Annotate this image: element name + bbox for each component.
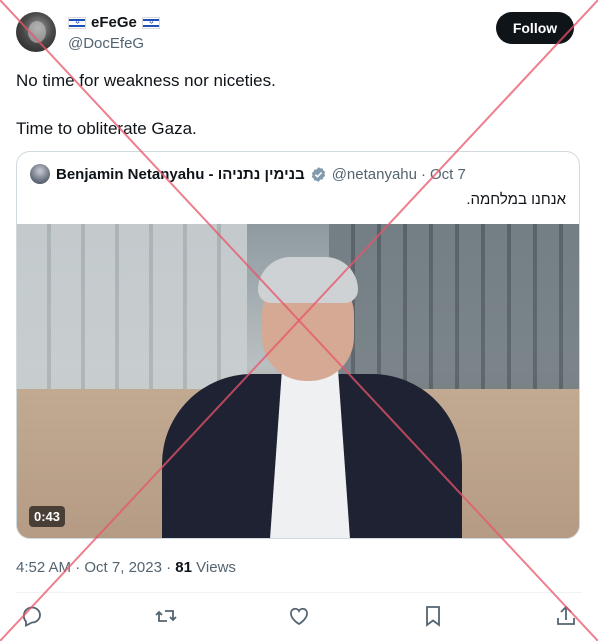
retweet-icon[interactable] <box>154 604 178 628</box>
israel-flag-icon: ✡ <box>68 16 86 29</box>
share-icon[interactable] <box>554 604 578 628</box>
divider <box>16 592 582 593</box>
quoted-tweet[interactable]: Benjamin Netanyahu - בנימין נתניהו @neta… <box>16 151 580 539</box>
israel-flag-icon: ✡ <box>141 16 160 29</box>
quoted-text: אנחנו במלחמה. <box>466 191 566 208</box>
views-count: 81 <box>175 559 192 576</box>
verified-badge-icon <box>310 166 327 183</box>
quoted-date[interactable]: Oct 7 <box>430 166 466 183</box>
shirt-shape <box>270 369 350 538</box>
hair-shape <box>258 257 358 303</box>
user-avatar[interactable] <box>16 12 56 52</box>
tweet-line-2: Time to obliterate Gaza. <box>16 119 197 138</box>
author-display-name[interactable]: eFeGe <box>91 14 137 31</box>
tweet-time[interactable]: 4:52 AM <box>16 559 71 576</box>
tweet-meta: 4:52 AM · Oct 7, 2023 · 81 Views <box>16 559 236 576</box>
action-bar <box>0 604 598 632</box>
quoted-author-handle[interactable]: @netanyahu <box>332 166 417 183</box>
tweet-text: No time for weakness nor niceties. Time … <box>16 69 276 141</box>
dot-separator: · <box>166 559 172 576</box>
bookmark-icon[interactable] <box>421 604 445 628</box>
reply-icon[interactable] <box>20 604 44 628</box>
like-icon[interactable] <box>287 604 311 628</box>
views-label: Views <box>196 559 236 576</box>
tweet-date[interactable]: Oct 7, 2023 <box>84 559 162 576</box>
quoted-author-name[interactable]: Benjamin Netanyahu - בנימין נתניהו <box>56 166 305 183</box>
quoted-avatar[interactable] <box>30 164 50 184</box>
author-name-row[interactable]: ✡ eFeGe ✡ <box>68 14 160 31</box>
tweet-line-1: No time for weakness nor niceties. <box>16 71 276 90</box>
quoted-tweet-header: Benjamin Netanyahu - בנימין נתניהו @neta… <box>30 164 466 184</box>
dot-separator: · <box>75 559 81 576</box>
author-handle[interactable]: @DocEfeG <box>68 35 144 52</box>
dot-separator: · <box>421 165 426 183</box>
video-player[interactable]: 0:43 <box>17 224 579 538</box>
speaker-figure <box>162 249 462 538</box>
video-duration: 0:43 <box>29 506 66 527</box>
follow-button[interactable]: Follow <box>496 12 574 44</box>
